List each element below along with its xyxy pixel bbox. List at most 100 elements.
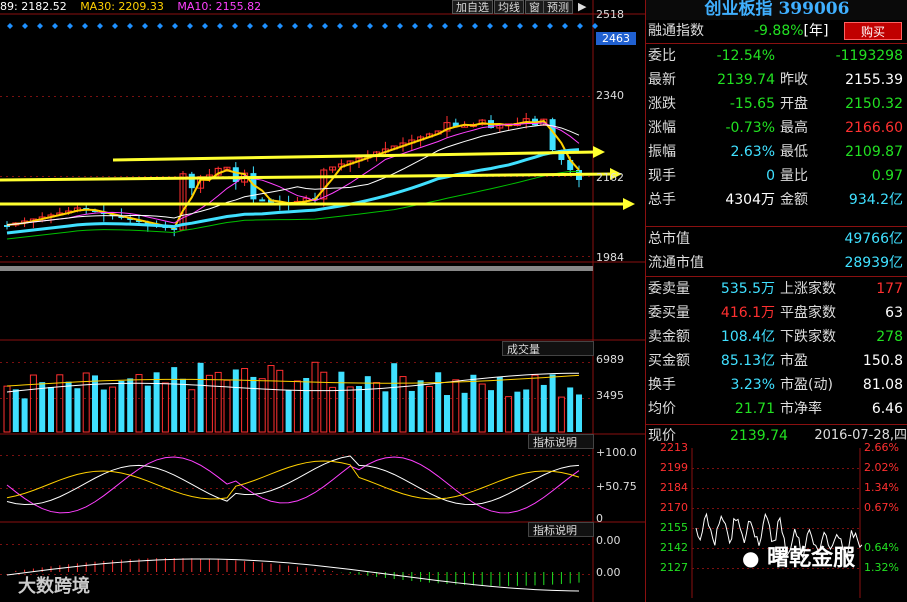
grid-dot: [432, 362, 434, 363]
mini-grid-dot: [722, 508, 724, 509]
volume-bar-down: [171, 367, 178, 432]
grid-dot: [516, 455, 518, 456]
grid-dot: [48, 256, 50, 257]
grid-dot: [240, 455, 242, 456]
grid-dot: [168, 544, 170, 545]
grid-dot: [132, 544, 134, 545]
volume-header[interactable]: 成交量: [502, 341, 594, 356]
grid-dot: [588, 96, 590, 97]
grid-dot: [468, 96, 470, 97]
grid-dot: [354, 398, 356, 399]
grid-dot: [450, 362, 452, 363]
grid-dot: [546, 574, 548, 575]
mini-grid-dot: [797, 468, 799, 469]
grid-dot: [90, 256, 92, 257]
volume-bar-down: [12, 389, 19, 432]
grid-dot: [90, 574, 92, 575]
grid-dot: [360, 455, 362, 456]
grid-dot: [420, 96, 422, 97]
mini-grid-dot: [792, 468, 794, 469]
grid-dot: [192, 362, 194, 363]
signal-diamond: [577, 23, 583, 29]
mini-grid-dot: [752, 488, 754, 489]
grid-dot: [216, 398, 218, 399]
stat-value-left: -12.54%: [716, 48, 775, 64]
grid-dot: [402, 96, 404, 97]
grid-dot: [192, 96, 194, 97]
add-to-watchlist-button[interactable]: 加自选: [452, 0, 493, 14]
grid-dot: [468, 574, 470, 575]
kline-chart[interactable]: [0, 0, 645, 602]
mini-grid-dot: [752, 508, 754, 509]
grid-dot: [210, 398, 212, 399]
mini-grid-dot: [737, 528, 739, 529]
grid-dot: [12, 176, 14, 177]
grid-dot: [204, 574, 206, 575]
volume-bar-down: [470, 374, 477, 432]
grid-dot: [192, 488, 194, 489]
price-label-1984: 1984: [596, 251, 624, 264]
grid-dot: [588, 574, 590, 575]
grid-dot: [144, 574, 146, 575]
grid-dot: [414, 544, 416, 545]
grid-dot: [66, 256, 68, 257]
forecast-button[interactable]: 预测: [543, 0, 573, 14]
mini-grid-dot: [762, 468, 764, 469]
float-mv-value: 28939亿: [844, 255, 903, 271]
grid-dot: [246, 455, 248, 456]
grid-dot: [162, 96, 164, 97]
grid-dot: [180, 544, 182, 545]
grid-dot: [144, 488, 146, 489]
grid-dot: [18, 176, 20, 177]
grid-dot: [216, 96, 218, 97]
grid-dot: [282, 488, 284, 489]
volume-bar-up: [241, 368, 249, 433]
grid-dot: [204, 488, 206, 489]
grid-dot: [24, 96, 26, 97]
grid-dot: [0, 256, 2, 257]
grid-dot: [60, 398, 62, 399]
grid-dot: [54, 96, 56, 97]
grid-dot: [516, 256, 518, 257]
grid-dot: [330, 96, 332, 97]
grid-dot: [390, 544, 392, 545]
grid-dot: [138, 256, 140, 257]
grid-dot: [300, 574, 302, 575]
grid-dot: [138, 176, 140, 177]
grid-dot: [438, 362, 440, 363]
grid-dot: [402, 362, 404, 363]
stat-label-right: 市净率: [780, 401, 822, 417]
indicator1-help-button[interactable]: 指标说明: [528, 434, 594, 449]
grid-dot: [360, 544, 362, 545]
grid-dot: [348, 488, 350, 489]
volume-bar-up: [188, 389, 196, 433]
window-button[interactable]: 窗: [525, 0, 544, 14]
grid-dot: [384, 362, 386, 363]
mini-grid-dot: [697, 528, 699, 529]
grid-dot: [474, 256, 476, 257]
buy-button[interactable]: 购买: [844, 22, 902, 40]
grid-dot: [360, 574, 362, 575]
grid-dot: [42, 362, 44, 363]
float-mv-label: 流通市值: [648, 255, 704, 271]
mini-grid-dot: [737, 468, 739, 469]
grid-dot: [264, 455, 266, 456]
grid-dot: [90, 398, 92, 399]
grid-dot: [156, 544, 158, 545]
mini-grid-dot: [697, 508, 699, 509]
grid-dot: [306, 96, 308, 97]
grid-dot: [462, 455, 464, 456]
index-title: 创业板指 399006: [646, 0, 907, 20]
grid-dot: [132, 574, 134, 575]
grid-dot: [480, 362, 482, 363]
ma-line-button[interactable]: 均线: [494, 0, 524, 14]
indicator2-help-button[interactable]: 指标说明: [528, 522, 594, 537]
collapse-arrow-icon[interactable]: ▶: [575, 0, 589, 14]
grid-dot: [486, 362, 488, 363]
grid-dot: [54, 455, 56, 456]
grid-dot: [108, 176, 110, 177]
mini-grid-dot: [832, 488, 834, 489]
grid-dot: [108, 455, 110, 456]
grid-dot: [300, 544, 302, 545]
mini-grid-dot: [807, 528, 809, 529]
